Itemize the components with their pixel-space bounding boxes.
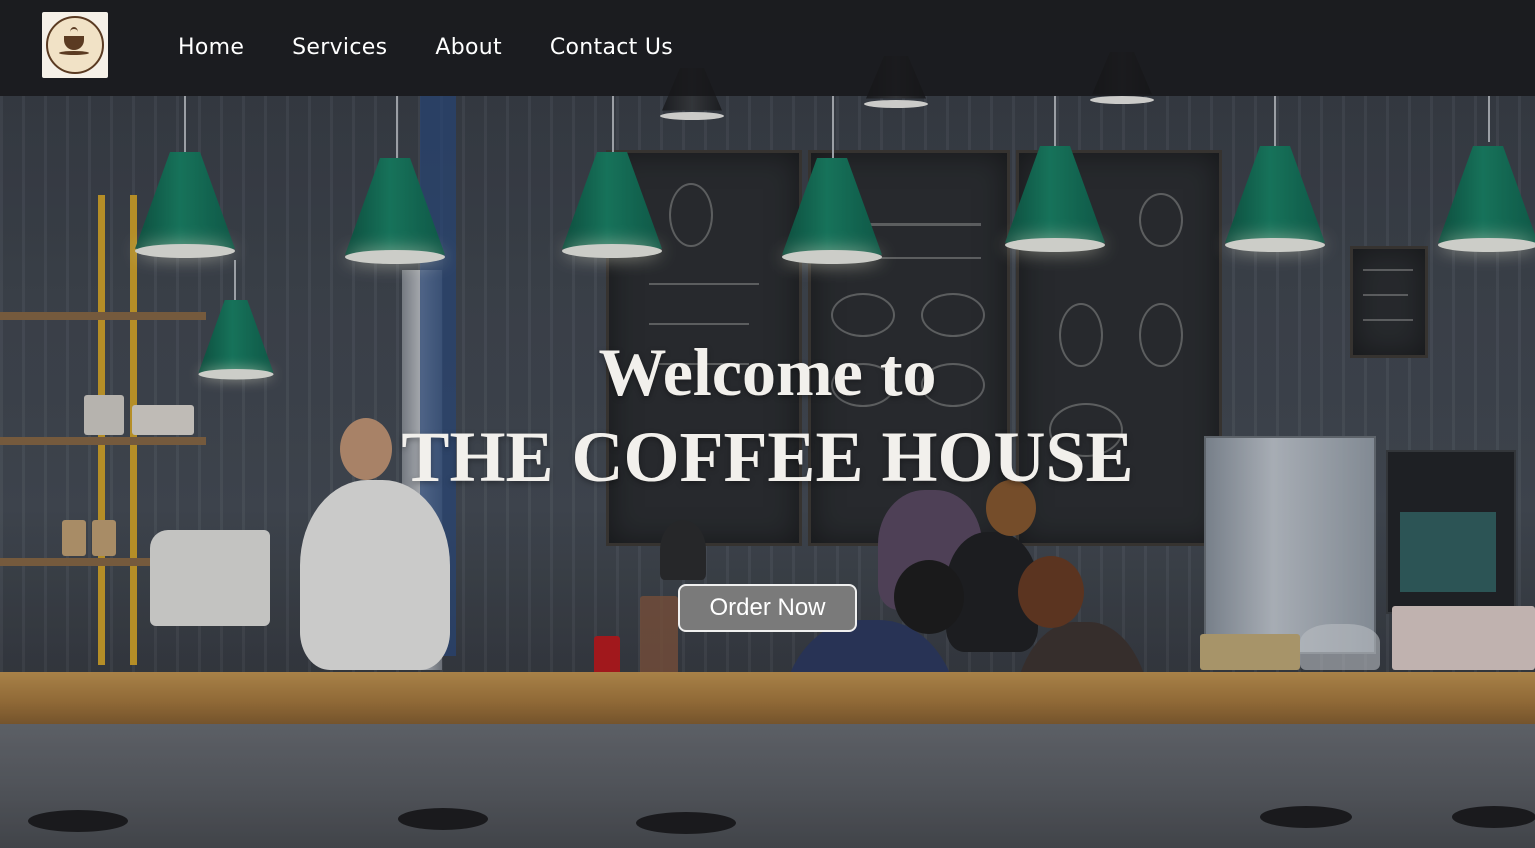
hero-brand-heading: THE COFFEE HOUSE bbox=[401, 417, 1134, 497]
nav-links: Home Services About Contact Us bbox=[178, 30, 721, 66]
hero-welcome-heading: Welcome to bbox=[598, 334, 937, 410]
nav-link-contact-us[interactable]: Contact Us bbox=[550, 30, 673, 66]
order-now-button[interactable]: Order Now bbox=[678, 584, 857, 632]
hero-section: Welcome to THE COFFEE HOUSE bbox=[0, 330, 1535, 500]
nav-link-about[interactable]: About bbox=[435, 30, 502, 66]
nav-link-home[interactable]: Home bbox=[178, 30, 244, 66]
nav-link-services[interactable]: Services bbox=[292, 30, 387, 66]
coffee-cup-logo-icon bbox=[46, 16, 104, 74]
page: Home Services About Contact Us Welcome t… bbox=[0, 0, 1535, 848]
top-navbar: Home Services About Contact Us bbox=[0, 0, 1535, 96]
site-logo[interactable] bbox=[42, 12, 108, 78]
